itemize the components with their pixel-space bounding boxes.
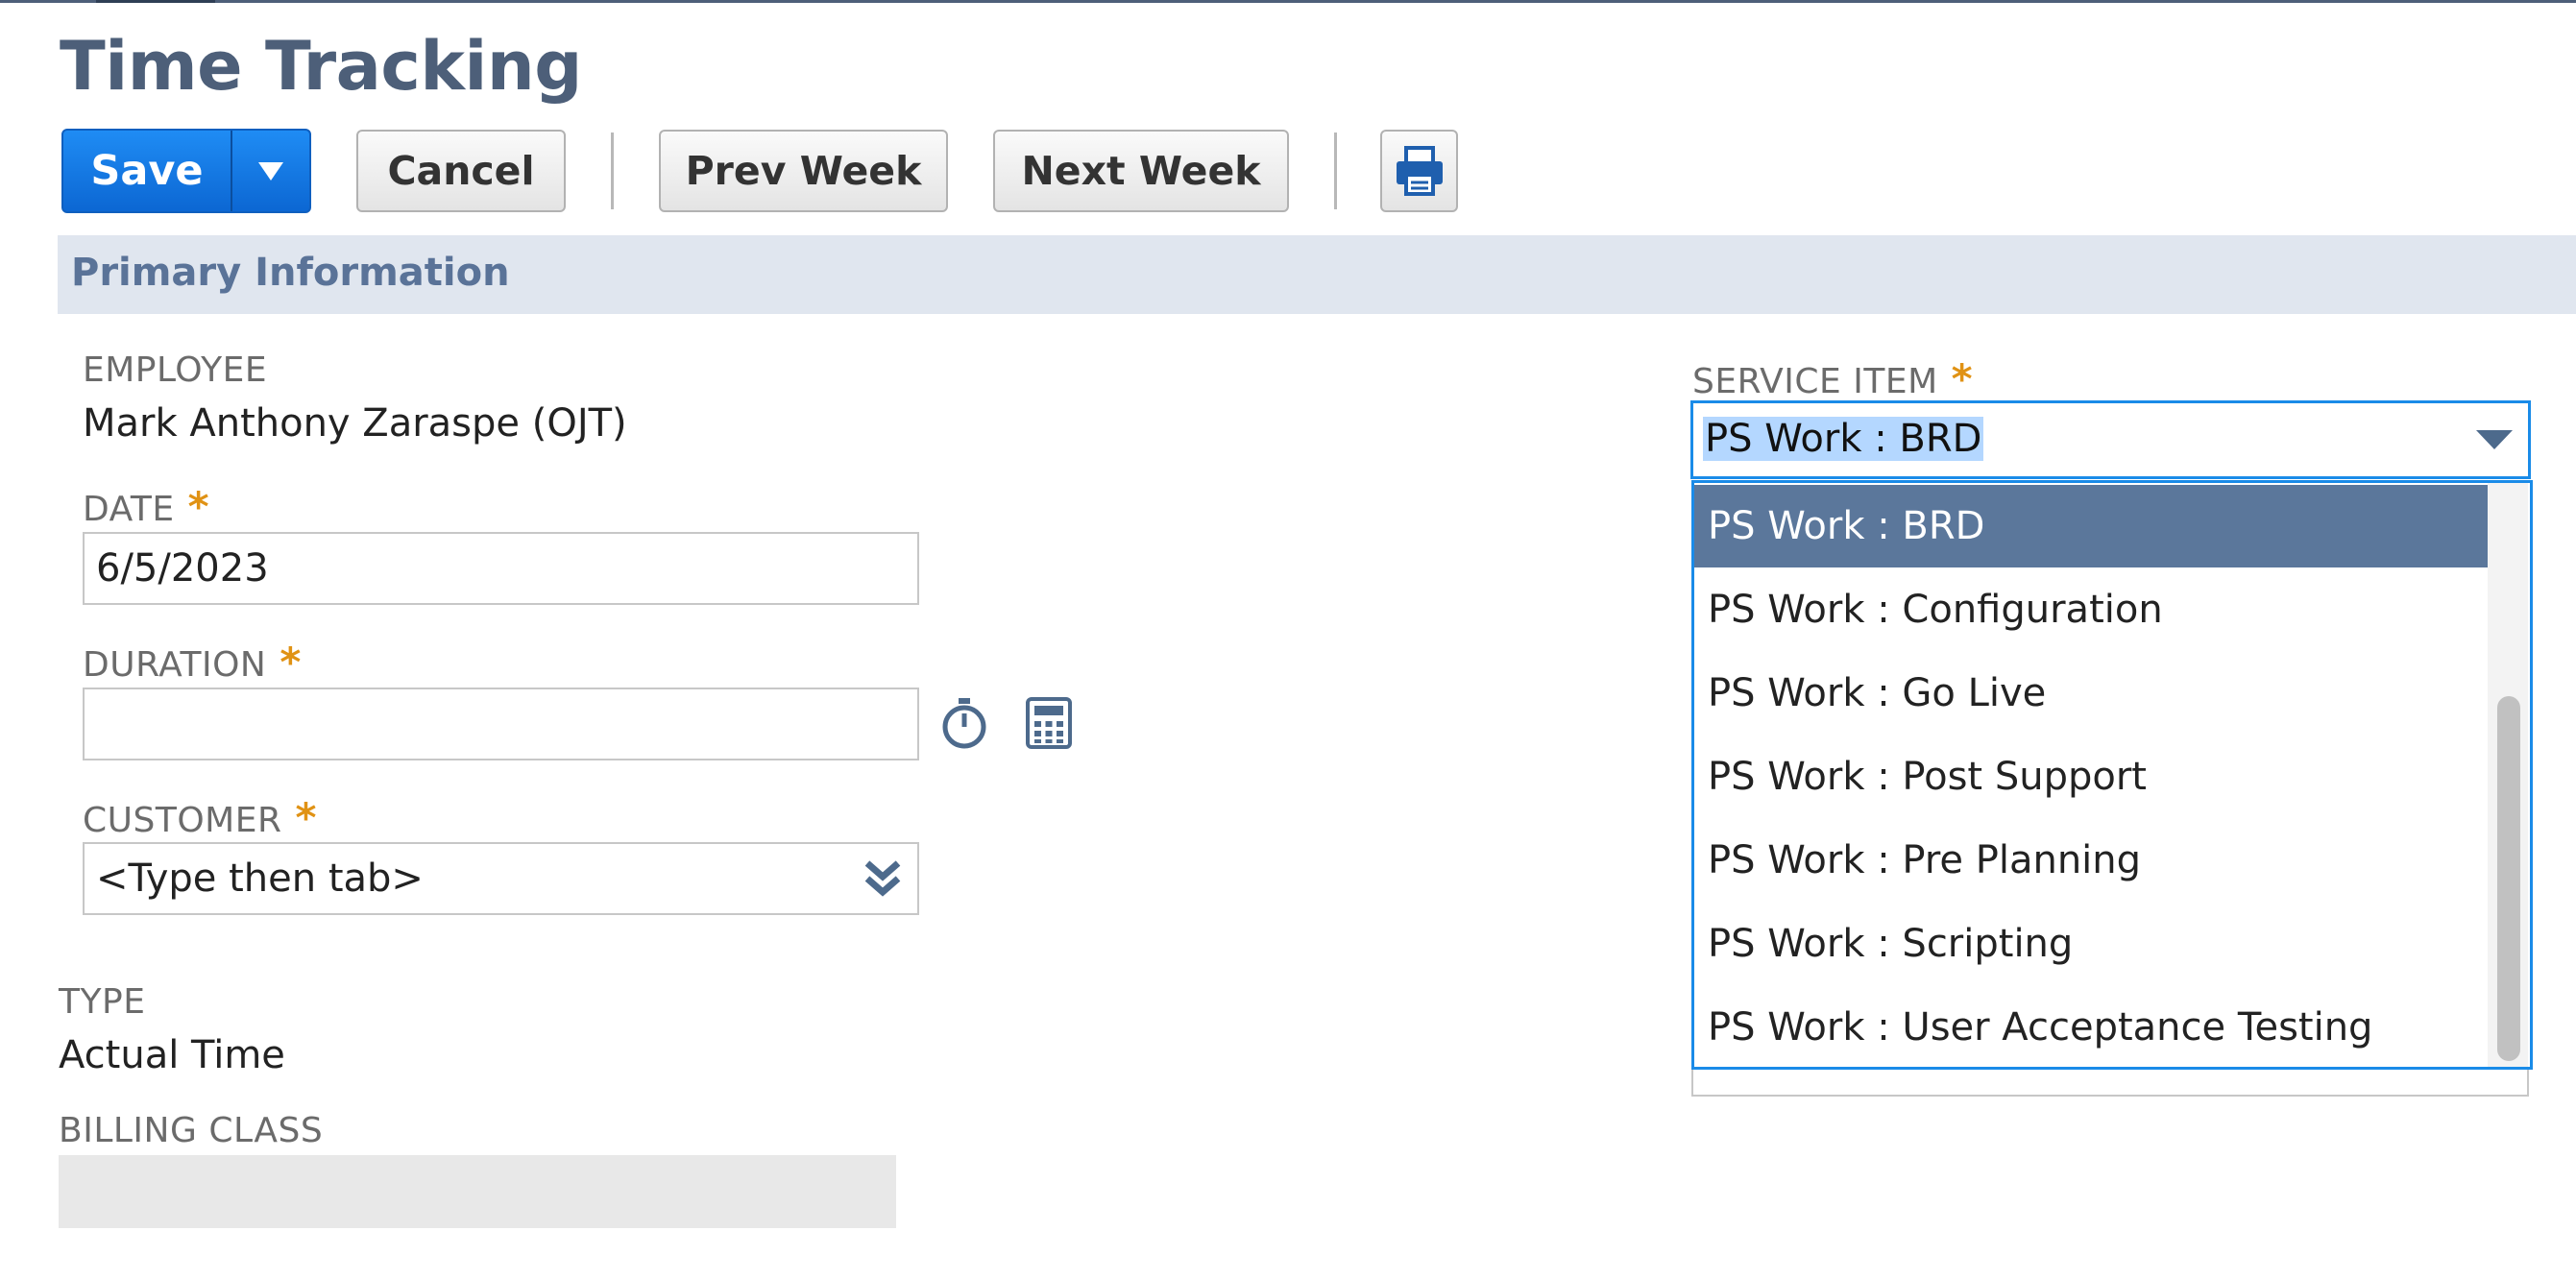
top-border xyxy=(0,0,2576,3)
printer-icon xyxy=(1396,146,1443,196)
service-item-select[interactable]: PS Work : BRD xyxy=(1690,400,2531,479)
billing-class-label: BILLING CLASS xyxy=(59,1111,324,1150)
customer-placeholder: <Type then tab> xyxy=(96,857,424,901)
dropdown-option[interactable]: PS Work : Configuration xyxy=(1694,568,2490,651)
service-item-selected-value: PS Work : BRD xyxy=(1703,417,1984,461)
service-item-label-text: SERVICE ITEM xyxy=(1692,362,1938,401)
calculator-icon[interactable] xyxy=(1025,697,1073,749)
type-value: Actual Time xyxy=(59,1033,285,1077)
required-star: * xyxy=(1951,355,1974,402)
required-star: * xyxy=(279,639,302,686)
save-button[interactable]: Save xyxy=(63,131,232,211)
date-field[interactable]: 6/5/2023 xyxy=(83,532,919,605)
cancel-button[interactable]: Cancel xyxy=(356,130,566,212)
caret-down-icon[interactable] xyxy=(2476,430,2513,449)
prev-week-button[interactable]: Prev Week xyxy=(659,130,948,212)
duration-label-text: DURATION xyxy=(83,645,267,685)
section-title: Primary Information xyxy=(71,251,510,295)
dropdown-option[interactable]: PS Work : BRD xyxy=(1694,485,2490,567)
page-title: Time Tracking xyxy=(60,27,582,106)
type-label: TYPE xyxy=(59,982,146,1022)
print-button[interactable] xyxy=(1380,130,1458,212)
dropdown-scrollbar-thumb[interactable] xyxy=(2497,696,2520,1061)
service-item-dropdown-list[interactable]: PS Work : BRD PS Work : Configuration PS… xyxy=(1691,480,2533,1070)
caret-down-icon xyxy=(258,162,283,181)
dropdown-option[interactable]: PS Work : User Acceptance Testing xyxy=(1694,986,2490,1069)
duration-label: DURATION * xyxy=(83,639,302,686)
date-value: 6/5/2023 xyxy=(96,546,269,591)
date-label: DATE * xyxy=(83,483,209,530)
toolbar-divider xyxy=(1334,133,1337,209)
dropdown-option[interactable]: PS Work : Pre Planning xyxy=(1694,819,2490,902)
employee-value: Mark Anthony Zaraspe (OJT) xyxy=(83,401,627,446)
save-button-group: Save xyxy=(61,129,311,213)
service-item-label: SERVICE ITEM * xyxy=(1692,355,1973,402)
customer-label-text: CUSTOMER xyxy=(83,801,282,840)
customer-label: CUSTOMER * xyxy=(83,794,317,841)
primary-information-section[interactable]: Primary Information xyxy=(58,235,2576,314)
save-menu-button[interactable] xyxy=(232,131,309,211)
next-week-button[interactable]: Next Week xyxy=(993,130,1289,212)
toolbar-divider xyxy=(611,133,614,209)
dropdown-option[interactable]: PS Work : Scripting xyxy=(1694,903,2490,985)
required-star: * xyxy=(187,483,210,530)
stopwatch-icon[interactable] xyxy=(939,696,989,750)
active-tab-marker xyxy=(96,0,215,3)
date-label-text: DATE xyxy=(83,490,175,529)
required-star: * xyxy=(295,794,317,841)
employee-label: EMPLOYEE xyxy=(83,350,268,390)
dropdown-option[interactable]: PS Work : Post Support xyxy=(1694,736,2490,818)
billing-class-field xyxy=(59,1155,896,1228)
double-chevron-down-icon[interactable] xyxy=(862,857,904,900)
duration-field[interactable] xyxy=(83,688,919,760)
customer-field[interactable]: <Type then tab> xyxy=(83,842,919,915)
dropdown-option[interactable]: PS Work : Go Live xyxy=(1694,652,2490,735)
